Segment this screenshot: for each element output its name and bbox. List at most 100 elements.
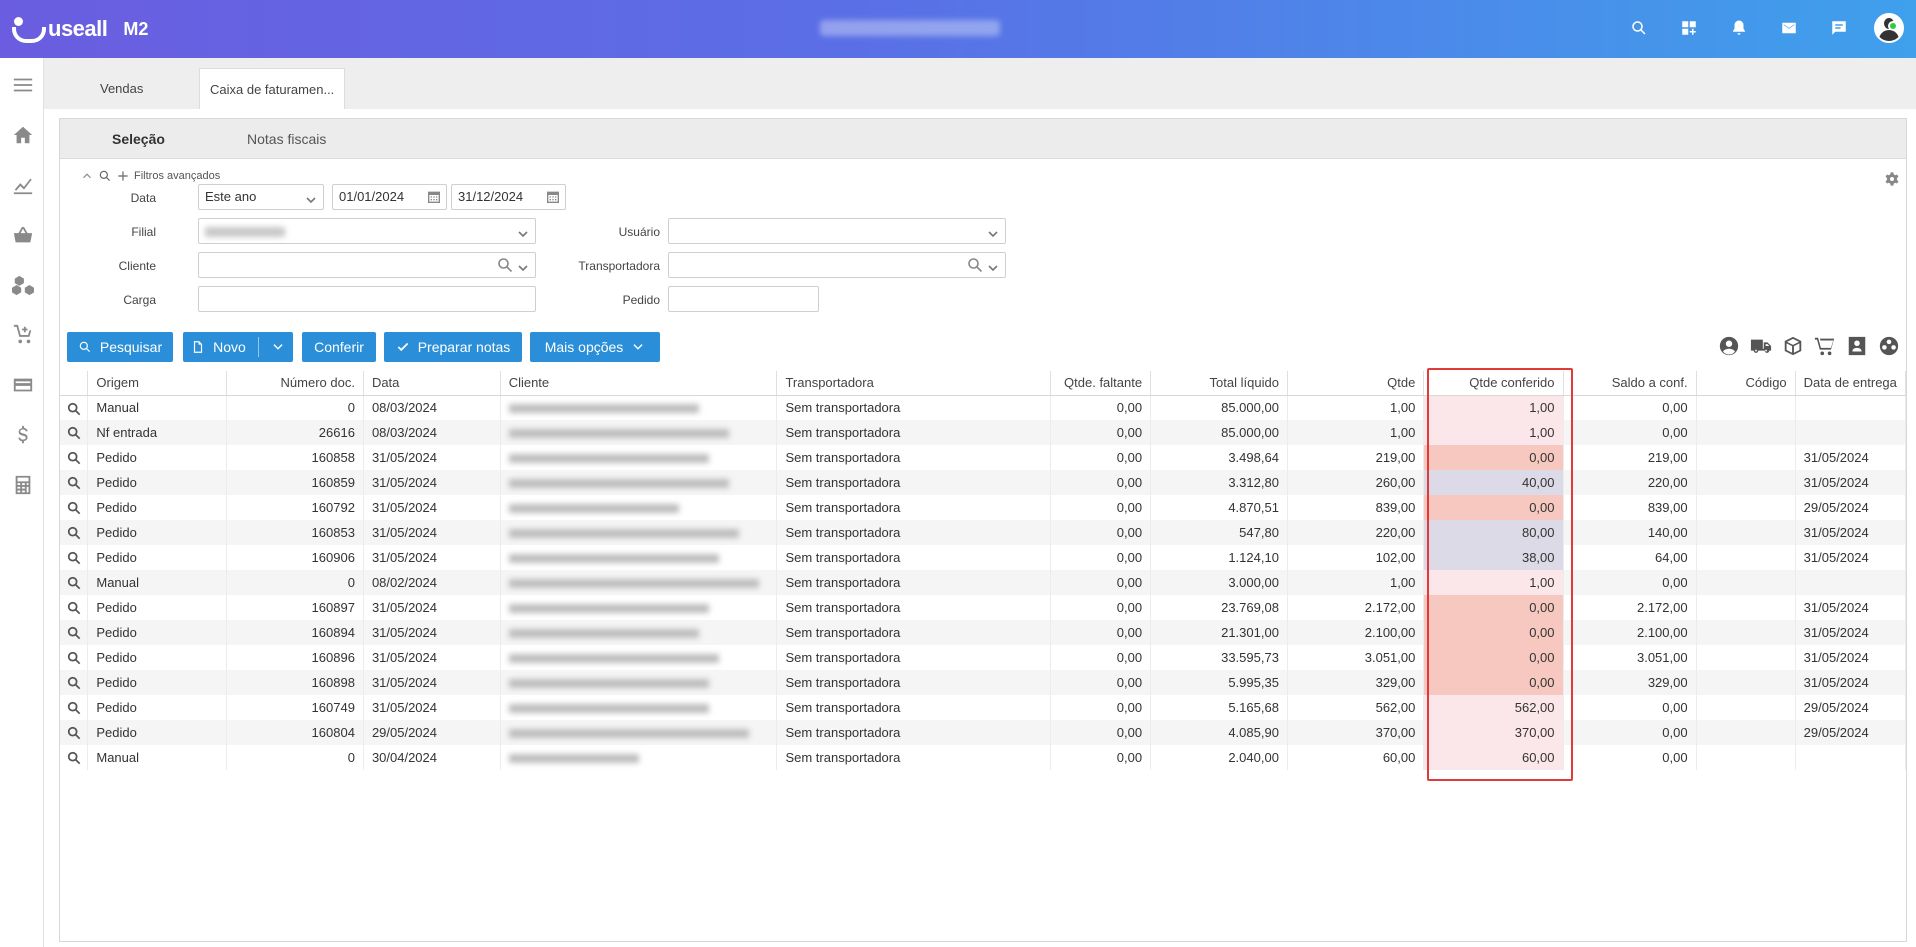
filial-select[interactable] — [198, 218, 536, 244]
view-row-icon[interactable] — [60, 495, 89, 520]
header-data[interactable]: Data — [363, 371, 501, 396]
truck-icon[interactable] — [1750, 335, 1772, 357]
pedido-input[interactable] — [668, 286, 819, 312]
view-row-icon[interactable] — [60, 395, 89, 420]
table-row[interactable]: Pedido 160858 31/05/2024 Sem transportadora… — [60, 445, 1907, 470]
dollar-icon[interactable] — [10, 422, 36, 448]
app-logo[interactable]: useall M2 — [12, 15, 148, 43]
mais-opcoes-button[interactable]: Mais opções — [530, 332, 660, 362]
group-icon[interactable] — [1878, 335, 1900, 357]
search-icon[interactable] — [497, 257, 513, 273]
header-codigo[interactable]: Código — [1696, 371, 1796, 396]
cart-add-icon[interactable] — [10, 322, 36, 348]
table-row[interactable]: Nf entrada 26616 08/03/2024 Sem transportad… — [60, 420, 1907, 445]
pesquisar-button[interactable]: Pesquisar — [67, 332, 173, 362]
table-row[interactable]: Pedido 160859 31/05/2024 Sem transportadora… — [60, 470, 1907, 495]
view-row-icon[interactable] — [60, 545, 89, 570]
tab-selecao[interactable]: Seleção — [112, 119, 165, 159]
bell-icon[interactable] — [1724, 13, 1754, 43]
cell-numero-doc: 160894 — [226, 620, 364, 645]
view-row-icon[interactable] — [60, 745, 89, 770]
view-row-icon[interactable] — [60, 695, 89, 720]
cell-origem: Pedido — [87, 670, 227, 695]
view-row-icon[interactable] — [60, 570, 89, 595]
contact-card-icon[interactable] — [1846, 335, 1868, 357]
header-transportadora[interactable]: Transportadora — [776, 371, 1052, 396]
view-row-icon[interactable] — [60, 595, 89, 620]
calendar-icon[interactable] — [426, 189, 442, 205]
cell-codigo — [1696, 520, 1796, 545]
table-row[interactable]: Pedido 160894 31/05/2024 Sem transportadora… — [60, 620, 1907, 645]
transportadora-input[interactable] — [668, 252, 1006, 278]
box-icon[interactable] — [1782, 335, 1804, 357]
cell-origem: Pedido — [87, 645, 227, 670]
advanced-filters-toggle[interactable]: Filtros avançados — [80, 169, 220, 183]
novo-button[interactable]: Novo — [183, 332, 293, 362]
view-row-icon[interactable] — [60, 420, 89, 445]
cliente-input[interactable] — [198, 252, 536, 278]
table-row[interactable]: Pedido 160853 31/05/2024 Sem transportadora… — [60, 520, 1907, 545]
hamburger-menu-icon[interactable] — [10, 72, 36, 98]
view-row-icon[interactable] — [60, 445, 89, 470]
cell-cliente-blurred — [500, 445, 778, 470]
preparar-notas-button[interactable]: Preparar notas — [384, 332, 522, 362]
home-icon[interactable] — [10, 122, 36, 148]
view-row-icon[interactable] — [60, 520, 89, 545]
chat-icon[interactable] — [1824, 13, 1854, 43]
cell-qtde-conferido: 40,00 — [1423, 470, 1564, 495]
table-row[interactable]: Pedido 160804 29/05/2024 Sem transportadora… — [60, 720, 1907, 745]
date-to-input[interactable]: 31/12/2024 — [451, 184, 566, 210]
user-avatar[interactable] — [1874, 13, 1904, 43]
view-row-icon[interactable] — [60, 620, 89, 645]
header-data-entrega[interactable]: Data de entrega — [1795, 371, 1907, 396]
usuario-select[interactable] — [668, 218, 1006, 244]
header-origem[interactable]: Origem — [87, 371, 227, 396]
view-row-icon[interactable] — [60, 670, 89, 695]
header-cliente[interactable]: Cliente — [500, 371, 778, 396]
table-row[interactable]: Manual 0 08/03/2024 Sem transportadora 0,00 8… — [60, 395, 1907, 420]
credit-card-icon[interactable] — [10, 372, 36, 398]
data-period-select[interactable]: Este ano — [198, 184, 324, 210]
date-from-input[interactable]: 01/01/2024 — [332, 184, 447, 210]
cell-numero-doc: 0 — [226, 570, 364, 595]
search-icon[interactable] — [1624, 13, 1654, 43]
view-row-icon[interactable] — [60, 645, 89, 670]
table-row[interactable]: Pedido 160749 31/05/2024 Sem transportadora… — [60, 695, 1907, 720]
cart-icon[interactable] — [1814, 335, 1836, 357]
table-row[interactable]: Manual 0 08/02/2024 Sem transportadora 0,00 3… — [60, 570, 1907, 595]
calculator-icon[interactable] — [10, 472, 36, 498]
cell-codigo — [1696, 670, 1796, 695]
table-row[interactable]: Pedido 160896 31/05/2024 Sem transportadora… — [60, 645, 1907, 670]
header-numero-doc[interactable]: Número doc. — [226, 371, 364, 396]
carga-input[interactable] — [198, 286, 536, 312]
tab-caixa-faturamento[interactable]: Caixa de faturamen... — [199, 68, 346, 109]
cell-qtde: 102,00 — [1287, 545, 1425, 570]
mail-icon[interactable] — [1774, 13, 1804, 43]
brand-suffix: M2 — [123, 18, 149, 39]
header-qtde-faltante[interactable]: Qtde. faltante — [1050, 371, 1152, 396]
chevron-down-icon[interactable] — [271, 340, 285, 354]
table-row[interactable]: Pedido 160898 31/05/2024 Sem transportadora… — [60, 670, 1907, 695]
gear-icon[interactable] — [1884, 171, 1900, 187]
tab-notas-fiscais[interactable]: Notas fiscais — [247, 119, 326, 159]
calendar-icon[interactable] — [545, 189, 561, 205]
chart-line-icon[interactable] — [10, 172, 36, 198]
header-qtde-conferido[interactable]: Qtde conferido — [1423, 371, 1564, 396]
conferir-button[interactable]: Conferir — [302, 332, 376, 362]
search-icon[interactable] — [967, 257, 983, 273]
plus-icon — [118, 171, 128, 181]
table-row[interactable]: Pedido 160906 31/05/2024 Sem transportadora… — [60, 545, 1907, 570]
view-row-icon[interactable] — [60, 720, 89, 745]
basket-icon[interactable] — [10, 222, 36, 248]
apps-icon[interactable] — [1674, 13, 1704, 43]
table-row[interactable]: Pedido 160792 31/05/2024 Sem transportadora… — [60, 495, 1907, 520]
header-total-liquido[interactable]: Total líquido — [1150, 371, 1288, 396]
tab-vendas[interactable]: Vendas — [90, 68, 153, 109]
boxes-icon[interactable] — [10, 272, 36, 298]
table-row[interactable]: Manual 0 30/04/2024 Sem transportadora 0,00 2… — [60, 745, 1907, 770]
header-saldo-a-conf[interactable]: Saldo a conf. — [1563, 371, 1697, 396]
header-qtde[interactable]: Qtde — [1287, 371, 1425, 396]
table-row[interactable]: Pedido 160897 31/05/2024 Sem transportadora… — [60, 595, 1907, 620]
view-row-icon[interactable] — [60, 470, 89, 495]
user-circle-icon[interactable] — [1718, 335, 1740, 357]
